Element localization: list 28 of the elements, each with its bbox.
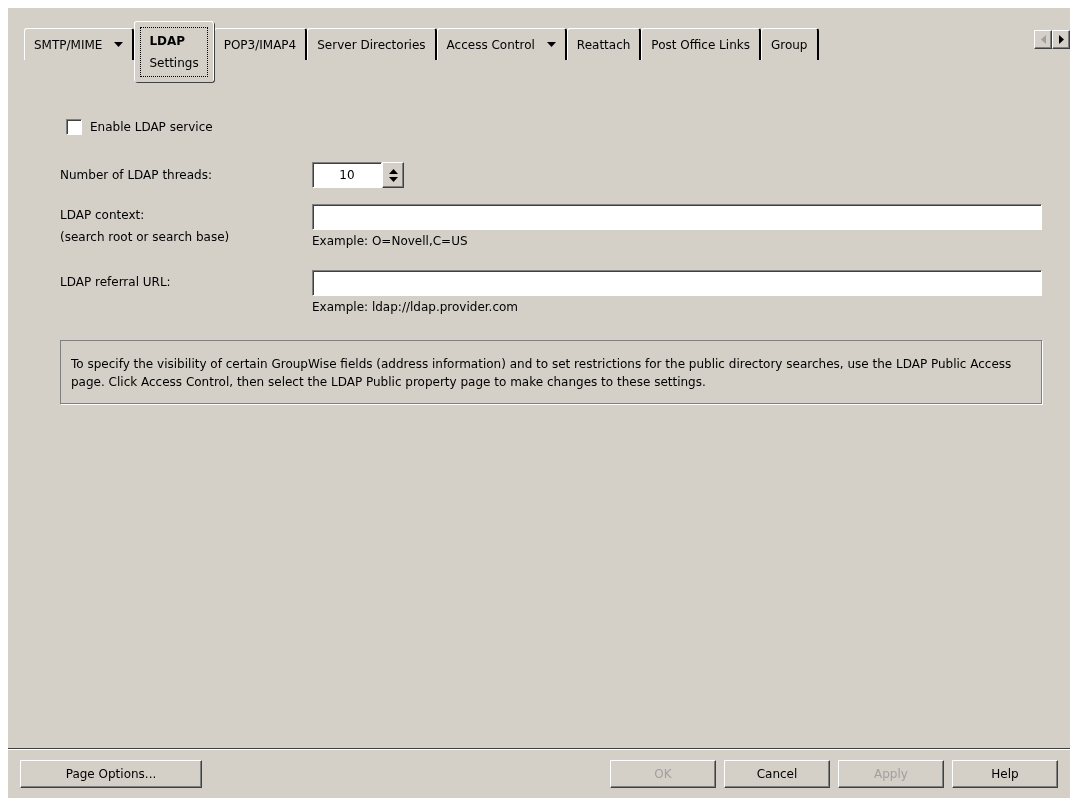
right-arrow-icon xyxy=(1058,35,1064,44)
dialog-button[interactable]: Help xyxy=(952,759,1058,788)
threads-field[interactable]: 10 xyxy=(312,162,382,188)
info-note: To specify the visibility of certain GroupWise fields (address information) and to set restrictions for the public directory searches, use the LDAP Public Access page. Click Access Control, then select the LDAP Public property page to make changes to these settings. xyxy=(60,340,1042,404)
referral-label: LDAP referral URL: xyxy=(60,274,172,291)
referral-field[interactable] xyxy=(312,270,1042,296)
context-field[interactable] xyxy=(312,204,1042,230)
threads-label: Number of LDAP threads: xyxy=(60,167,213,184)
tab[interactable]: Group xyxy=(760,28,819,60)
context-sublabel: (search root or search base) xyxy=(60,229,231,246)
tab[interactable]: Server Directories xyxy=(307,28,437,60)
context-hint: Example: O=Novell,C=US xyxy=(312,233,469,250)
scroll-left-button[interactable] xyxy=(1034,30,1052,49)
scroll-right-button[interactable] xyxy=(1052,30,1070,49)
context-label: LDAP context: xyxy=(60,207,146,224)
tab[interactable]: Post Office Links xyxy=(641,28,761,60)
tab[interactable]: SMTP/MIME xyxy=(24,28,135,60)
tab[interactable]: POP3/IMAP4 xyxy=(213,28,308,60)
spin-buttons[interactable] xyxy=(382,162,404,188)
tab[interactable]: Reattach xyxy=(566,28,642,60)
checkbox[interactable] xyxy=(66,119,82,135)
tab[interactable]: LDAP Settings xyxy=(134,21,214,82)
dialog-button[interactable]: Cancel xyxy=(724,759,830,788)
referral-hint: Example: ldap://ldap.provider.com xyxy=(312,299,520,316)
tab[interactable]: Access Control xyxy=(436,28,567,60)
checkbox-label: Enable LDAP service xyxy=(90,119,213,136)
page-options-button[interactable]: Page Options... xyxy=(20,759,202,788)
left-arrow-icon xyxy=(1040,35,1046,44)
